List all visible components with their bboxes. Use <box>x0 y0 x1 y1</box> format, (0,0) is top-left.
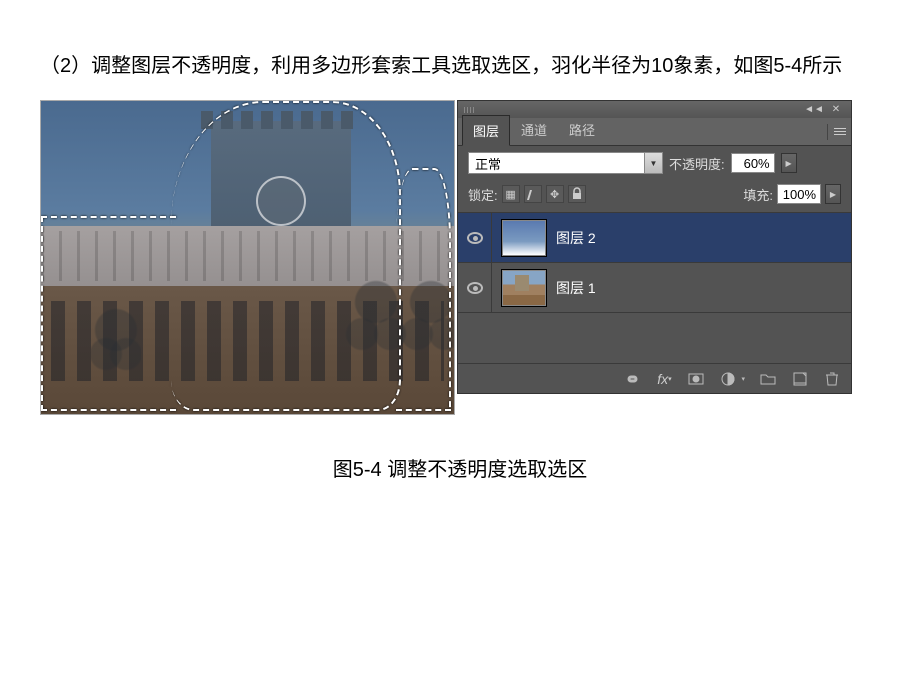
selection-marquee <box>171 101 401 411</box>
layer-thumbnail[interactable] <box>502 220 546 256</box>
layer-item[interactable]: 图层 1 <box>458 263 851 313</box>
layer-name[interactable]: 图层 2 <box>556 228 596 248</box>
layer-list: 图层 2 图层 1 <box>458 213 851 363</box>
layer-thumbnail[interactable] <box>502 270 546 306</box>
layers-panel: ◄◄ ✕ 图层 通道 路径 正常 ▼ 不透明度: 60% ▶ 锁定: <box>457 100 852 415</box>
close-button[interactable]: ✕ <box>825 104 847 116</box>
layer-style-button[interactable]: fx▾ <box>655 370 673 388</box>
layer-item[interactable]: 图层 2 <box>458 213 851 263</box>
tab-layers[interactable]: 图层 <box>462 115 510 146</box>
delete-layer-button[interactable] <box>823 370 841 388</box>
menu-icon <box>834 128 846 136</box>
layer-mask-button[interactable] <box>687 370 705 388</box>
lock-all-button[interactable] <box>568 185 586 203</box>
link-layers-button[interactable] <box>623 370 641 388</box>
lock-pixels-button[interactable] <box>524 185 542 203</box>
visibility-toggle[interactable] <box>458 213 492 262</box>
panel-menu-button[interactable] <box>827 124 847 140</box>
figure-container: ◄◄ ✕ 图层 通道 路径 正常 ▼ 不透明度: 60% ▶ 锁定: <box>40 100 880 415</box>
figure-caption: 图5-4 调整不透明度选取选区 <box>40 453 880 482</box>
collapse-button[interactable]: ◄◄ <box>803 104 825 116</box>
document-canvas[interactable] <box>40 100 455 415</box>
blend-mode-select[interactable]: 正常 ▼ <box>468 152 663 174</box>
opacity-label: 不透明度: <box>669 154 725 173</box>
tab-paths[interactable]: 路径 <box>558 114 606 145</box>
fill-slider-button[interactable]: ▶ <box>825 184 841 204</box>
panel-body: 正常 ▼ 不透明度: 60% ▶ 锁定: ▦ ✥ 填充: 100% <box>457 146 852 394</box>
opacity-slider-button[interactable]: ▶ <box>781 153 797 173</box>
new-layer-button[interactable] <box>791 370 809 388</box>
blend-mode-value: 正常 <box>475 154 501 173</box>
lock-transparency-button[interactable]: ▦ <box>502 185 520 203</box>
opacity-input[interactable]: 60% <box>731 153 775 173</box>
lock-position-button[interactable]: ✥ <box>546 185 564 203</box>
dropdown-arrow-icon: ▾ <box>741 375 745 383</box>
eye-icon <box>467 282 483 294</box>
visibility-toggle[interactable] <box>458 263 492 312</box>
new-group-button[interactable] <box>759 370 777 388</box>
adjustment-layer-button[interactable] <box>719 370 737 388</box>
eye-icon <box>467 232 483 244</box>
panel-tabs: 图层 通道 路径 <box>457 118 852 146</box>
lock-label: 锁定: <box>468 185 498 204</box>
selection-marquee <box>41 216 176 411</box>
instruction-text: （2）调整图层不透明度，利用多边形套索工具选取选区，羽化半径为10象素，如图5-… <box>40 50 880 82</box>
tab-channels[interactable]: 通道 <box>510 114 558 145</box>
dropdown-arrow-icon: ▼ <box>644 153 662 173</box>
fill-input[interactable]: 100% <box>777 184 821 204</box>
fill-label: 填充: <box>743 185 773 204</box>
selection-marquee <box>396 168 451 411</box>
layer-name[interactable]: 图层 1 <box>556 278 596 298</box>
panel-footer: fx▾ ▾ <box>458 363 851 393</box>
gripper-icon <box>464 107 476 113</box>
